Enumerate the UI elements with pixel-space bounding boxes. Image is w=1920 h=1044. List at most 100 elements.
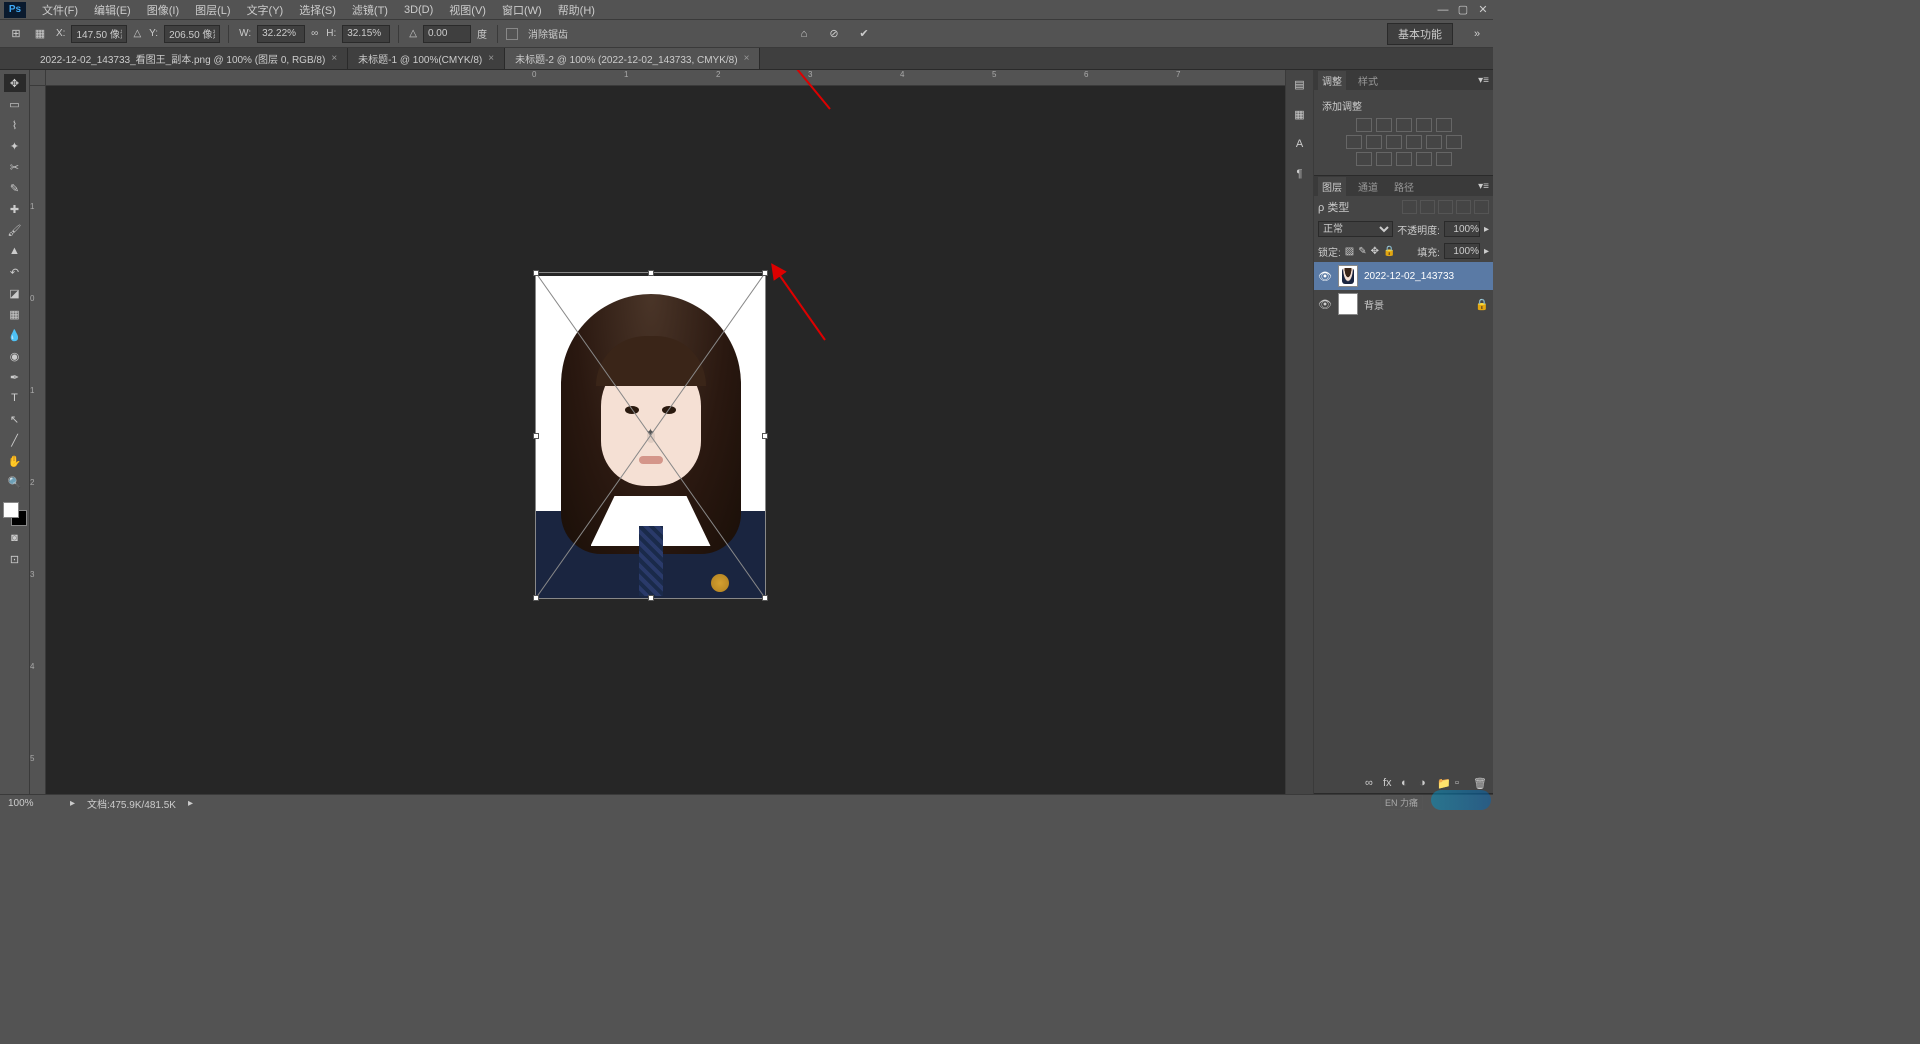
adj-vibrance-icon[interactable] <box>1436 118 1452 132</box>
doc-info-flyout-icon[interactable]: ▸ <box>188 798 193 809</box>
adj-brightness-icon[interactable] <box>1356 118 1372 132</box>
eyedropper-tool-icon[interactable]: ✎ <box>4 179 26 197</box>
adj-selcolor-icon[interactable] <box>1436 152 1452 166</box>
lock-trans-icon[interactable]: ▨ <box>1345 246 1354 257</box>
menu-file[interactable]: 文件(F) <box>34 0 86 20</box>
warp-mode-icon[interactable]: ⌂ <box>794 24 814 44</box>
color-swatches[interactable] <box>3 502 27 526</box>
new-adjustment-icon[interactable]: ◑ <box>1419 777 1435 791</box>
panel-collapse-icon[interactable]: » <box>1467 24 1487 44</box>
menu-edit[interactable]: 编辑(E) <box>86 0 139 20</box>
menu-image[interactable]: 图像(I) <box>139 0 187 20</box>
adj-lookup-icon[interactable] <box>1446 135 1462 149</box>
adj-poster-icon[interactable] <box>1376 152 1392 166</box>
layer-filter-pixel-icon[interactable] <box>1402 200 1417 214</box>
adj-thresh-icon[interactable] <box>1396 152 1412 166</box>
menu-select[interactable]: 选择(S) <box>291 0 344 20</box>
layers-tab[interactable]: 图层 <box>1318 177 1346 196</box>
transform-tool-icon[interactable]: ⊞ <box>6 24 26 44</box>
adj-hue-icon[interactable] <box>1346 135 1362 149</box>
layer-visibility-icon[interactable]: 👁 <box>1318 270 1332 282</box>
commit-transform-icon[interactable]: ✔ <box>854 24 874 44</box>
panel-menu-icon[interactable]: ▾≡ <box>1478 75 1489 86</box>
menu-layer[interactable]: 图层(L) <box>187 0 238 20</box>
fill-flyout-icon[interactable]: ▸ <box>1484 246 1489 257</box>
path-select-tool-icon[interactable]: ↖ <box>4 410 26 428</box>
foreground-color[interactable] <box>3 502 19 518</box>
delete-layer-icon[interactable]: 🗑 <box>1473 777 1489 791</box>
minimize-button[interactable]: — <box>1433 2 1453 18</box>
h-input[interactable] <box>342 25 390 43</box>
character-panel-icon[interactable]: A <box>1290 134 1310 154</box>
w-input[interactable] <box>257 25 305 43</box>
menu-filter[interactable]: 滤镜(T) <box>344 0 396 20</box>
menu-view[interactable]: 视图(V) <box>441 0 494 20</box>
stamp-tool-icon[interactable]: ▲ <box>4 242 26 260</box>
layer-visibility-icon[interactable]: 👁 <box>1318 298 1332 310</box>
layer-name-2[interactable]: 背景 <box>1364 297 1384 312</box>
channels-tab[interactable]: 通道 <box>1354 177 1382 196</box>
new-group-icon[interactable]: 📁 <box>1437 777 1453 791</box>
canvas-area[interactable]: 0 1 2 3 4 5 6 7 1 0 1 2 3 4 5 <box>30 70 1285 794</box>
workspace-switcher[interactable]: 基本功能 <box>1387 23 1453 45</box>
styles-tab[interactable]: 样式 <box>1354 71 1382 90</box>
layer-name-1[interactable]: 2022-12-02_143733 <box>1364 271 1454 282</box>
adjustments-tab[interactable]: 调整 <box>1318 71 1346 90</box>
adj-photo-icon[interactable] <box>1406 135 1422 149</box>
lock-pos-icon[interactable]: ✥ <box>1371 246 1379 257</box>
magic-wand-tool-icon[interactable]: ✦ <box>4 137 26 155</box>
layer-mask-icon[interactable]: ◐ <box>1401 777 1417 791</box>
layer-filter-smart-icon[interactable] <box>1474 200 1489 214</box>
blur-tool-icon[interactable]: 💧 <box>4 326 26 344</box>
layer-thumbnail[interactable] <box>1338 293 1358 315</box>
link-layers-icon[interactable]: ∞ <box>1365 777 1381 791</box>
link-icon[interactable]: ∞ <box>309 28 320 39</box>
layer-fx-icon[interactable]: fx <box>1383 777 1399 791</box>
transform-handle-tr[interactable] <box>762 270 768 276</box>
adj-exposure-icon[interactable] <box>1416 118 1432 132</box>
zoom-flyout-icon[interactable]: ▸ <box>70 798 75 809</box>
doc-tab-1-close-icon[interactable]: × <box>331 53 337 64</box>
transform-handle-tc[interactable] <box>648 270 654 276</box>
paragraph-panel-icon[interactable]: ¶ <box>1290 164 1310 184</box>
zoom-level[interactable]: 100% <box>8 798 58 809</box>
adj-levels-icon[interactable] <box>1376 118 1392 132</box>
brush-tool-icon[interactable]: 🖌 <box>4 221 26 239</box>
y-input[interactable] <box>164 25 220 43</box>
adj-invert-icon[interactable] <box>1356 152 1372 166</box>
move-tool-icon[interactable]: ✥ <box>4 74 26 92</box>
doc-tab-2[interactable]: 未标题-1 @ 100%(CMYK/8) × <box>348 48 505 69</box>
cancel-transform-icon[interactable]: ⊘ <box>824 24 844 44</box>
lock-pixel-icon[interactable]: ✎ <box>1358 246 1366 257</box>
antialias-checkbox[interactable] <box>506 28 518 40</box>
blend-mode-select[interactable]: 正常 <box>1318 221 1393 237</box>
history-brush-tool-icon[interactable]: ↶ <box>4 263 26 281</box>
layer-filter-adj-icon[interactable] <box>1420 200 1435 214</box>
doc-tab-3[interactable]: 未标题-2 @ 100% (2022-12-02_143733, CMYK/8)… <box>505 48 760 69</box>
layer-thumbnail[interactable] <box>1338 265 1358 287</box>
quickmask-icon[interactable]: ◙ <box>4 529 26 547</box>
transform-handle-br[interactable] <box>762 595 768 601</box>
crop-tool-icon[interactable]: ✂ <box>4 158 26 176</box>
layer-row-1[interactable]: 👁 2022-12-02_143733 <box>1314 262 1493 290</box>
menu-help[interactable]: 帮助(H) <box>550 0 603 20</box>
layer-row-2[interactable]: 👁 背景 🔒 <box>1314 290 1493 318</box>
adj-mixer-icon[interactable] <box>1426 135 1442 149</box>
paths-tab[interactable]: 路径 <box>1390 177 1418 196</box>
maximize-button[interactable]: ▢ <box>1453 2 1473 18</box>
dodge-tool-icon[interactable]: ◉ <box>4 347 26 365</box>
menu-3d[interactable]: 3D(D) <box>396 2 441 18</box>
adj-curves-icon[interactable] <box>1396 118 1412 132</box>
gradient-tool-icon[interactable]: ▦ <box>4 305 26 323</box>
close-button[interactable]: ✕ <box>1473 2 1493 18</box>
new-layer-icon[interactable]: ▫ <box>1455 777 1471 791</box>
doc-size-info[interactable]: 文档:475.9K/481.5K <box>87 796 176 811</box>
doc-tab-2-close-icon[interactable]: × <box>488 53 494 64</box>
angle-input[interactable] <box>423 25 471 43</box>
lasso-tool-icon[interactable]: ⌇ <box>4 116 26 134</box>
menu-type[interactable]: 文字(Y) <box>239 0 292 20</box>
layer-filter-type-icon[interactable] <box>1438 200 1453 214</box>
marquee-tool-icon[interactable]: ▭ <box>4 95 26 113</box>
eraser-tool-icon[interactable]: ◪ <box>4 284 26 302</box>
fill-input[interactable] <box>1444 243 1480 259</box>
